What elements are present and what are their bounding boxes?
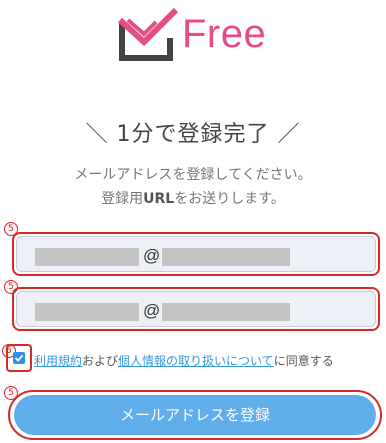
confirm-email-field-highlight: @ — [12, 287, 380, 331]
instruction-line-2: 登録用URLをお送りします。 — [101, 191, 285, 207]
instruction-line-1: メールアドレスを登録してください。 — [74, 167, 312, 183]
brand-logo: Free — [112, 6, 282, 68]
agreement-checkbox-highlight — [6, 344, 32, 372]
email-field-highlight: @ — [12, 232, 380, 276]
envelope-check-icon — [117, 8, 178, 61]
terms-link[interactable]: 利用規約 — [34, 354, 82, 368]
at-sign: @ — [143, 246, 161, 265]
brand-name: Free — [182, 12, 267, 56]
confirm-email-input[interactable]: @ — [16, 291, 376, 327]
redacted-domain — [162, 248, 290, 266]
page-title: ＼ 1分で登録完了 ／ — [85, 122, 301, 147]
redacted-domain — [162, 303, 290, 321]
agreement-text: 利用規約および個人情報の取り扱いについてに同意する — [34, 354, 334, 368]
register-email-button[interactable]: メールアドレスを登録 — [14, 395, 376, 435]
submit-button-highlight: メールアドレスを登録 — [8, 390, 382, 440]
redacted-local-part — [35, 303, 139, 321]
agreement-checkbox[interactable] — [13, 352, 25, 364]
privacy-policy-link[interactable]: 個人情報の取り扱いについて — [118, 354, 274, 368]
checkmark-icon — [14, 354, 24, 362]
email-input[interactable]: @ — [16, 236, 376, 272]
redacted-local-part — [35, 248, 139, 266]
at-sign: @ — [143, 301, 161, 320]
